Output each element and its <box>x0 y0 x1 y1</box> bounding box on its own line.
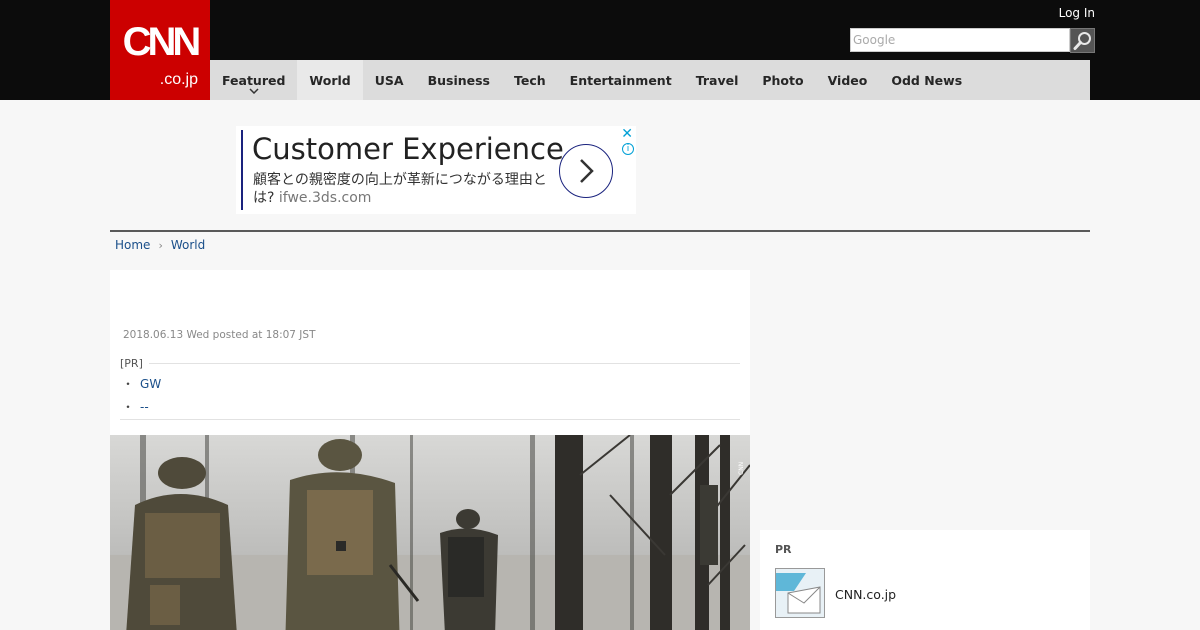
nav-item-label: Video <box>827 72 868 88</box>
nav-item-label: Tech <box>514 72 546 88</box>
sidebar-pr-label: PR <box>775 543 792 556</box>
top-header-bar: CNN .co.jp Log In Featured World USA Bus… <box>0 0 1200 100</box>
login-link[interactable]: Log In <box>1059 6 1095 20</box>
ad-accent-bar <box>241 130 243 210</box>
bullet: ・ <box>122 377 135 391</box>
sidebar-pr-thumbnail[interactable] <box>775 568 825 618</box>
ad-cta-button[interactable] <box>559 144 613 198</box>
nav-item-odd-news[interactable]: Odd News <box>879 60 974 100</box>
article-photo: CNN <box>110 435 750 630</box>
nav-item-photo[interactable]: Photo <box>750 60 815 100</box>
pr-link-text: -- <box>140 400 149 414</box>
sidebar-pr-box: PR CNN.co.jp <box>760 530 1090 630</box>
sidebar-pr-link[interactable]: CNN.co.jp <box>835 587 896 602</box>
pr-link-item[interactable]: ・ GW <box>122 375 161 392</box>
nav-item-label: Photo <box>762 72 804 88</box>
mail-icon <box>776 569 824 617</box>
nav-item-label: Entertainment <box>569 72 672 88</box>
nav-item-business[interactable]: Business <box>416 60 502 100</box>
close-icon[interactable]: ✕ <box>621 127 633 141</box>
breadcrumb-home[interactable]: Home <box>115 238 150 252</box>
nav-item-video[interactable]: Video <box>816 60 880 100</box>
photo-credit: CNN <box>738 462 745 475</box>
ad-headline: Customer Experience <box>252 132 564 166</box>
pr-label: [PR] <box>120 357 149 370</box>
nav-item-travel[interactable]: Travel <box>684 60 751 100</box>
ad-body: 顧客との親密度の向上が革新につながる理由とは? ifwe.3ds.com <box>253 171 563 207</box>
nav-item-label: Odd News <box>891 72 963 88</box>
search-button[interactable] <box>1070 28 1095 53</box>
info-icon[interactable]: i <box>622 143 634 155</box>
nav-item-entertainment[interactable]: Entertainment <box>558 60 684 100</box>
pr-link-text: GW <box>140 377 162 391</box>
ad-domain: ifwe.3ds.com <box>278 190 372 206</box>
article-card: 2018.06.13 Wed posted at 18:07 JST [PR] … <box>110 270 750 630</box>
breadcrumb: Home › World <box>115 238 205 252</box>
bullet: ・ <box>122 400 135 414</box>
breadcrumb-world[interactable]: World <box>171 238 205 252</box>
nav-item-label: World <box>309 72 351 88</box>
search-icon <box>1073 31 1091 50</box>
main-nav: Featured World USA Business Tech Enterta… <box>210 60 1090 100</box>
nav-item-label: Business <box>427 72 490 88</box>
logo-text: CNN <box>122 20 202 64</box>
chevron-down-icon <box>249 87 259 97</box>
search-input[interactable] <box>850 28 1070 52</box>
nav-item-label: Travel <box>695 72 739 88</box>
nav-item-usa[interactable]: USA <box>363 60 416 100</box>
chevron-right-icon <box>580 159 594 183</box>
nav-item-world[interactable]: World <box>297 60 363 100</box>
nav-item-featured[interactable]: Featured <box>210 60 297 100</box>
ad-banner[interactable]: Customer Experience 顧客との親密度の向上が革新につながる理由… <box>236 126 636 214</box>
nav-item-label: Featured <box>222 72 286 88</box>
pr-link-box: [PR] ・ GW ・ -- <box>120 357 740 420</box>
logo-domain-text: .co.jp <box>159 71 198 88</box>
section-divider <box>110 230 1090 232</box>
article-photo-image: CNN <box>110 435 750 630</box>
breadcrumb-separator-icon: › <box>158 238 163 252</box>
article-date: 2018.06.13 Wed posted at 18:07 JST <box>123 329 316 341</box>
pr-link-item[interactable]: ・ -- <box>122 398 149 415</box>
nav-item-label: USA <box>374 72 404 88</box>
cnn-logo[interactable]: CNN .co.jp <box>110 0 210 100</box>
nav-item-tech[interactable]: Tech <box>502 60 558 100</box>
